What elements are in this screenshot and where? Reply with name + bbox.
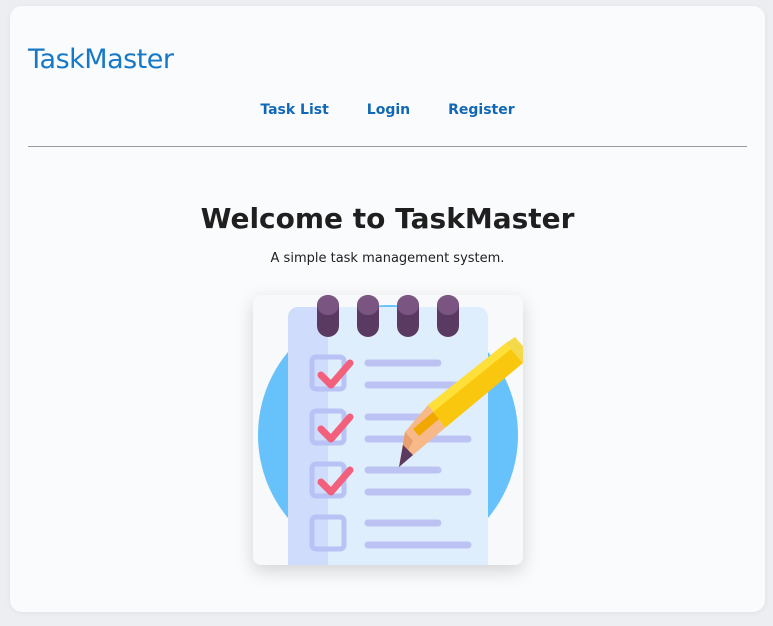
main-nav: Task List Login Register [10,102,765,118]
hero-image [253,295,523,565]
nav-task-list-link[interactable]: Task List [260,102,328,118]
header-divider [28,146,747,147]
page-subtitle: A simple task management system. [270,251,505,266]
notepad-checklist-icon [258,295,523,565]
page-card: TaskMaster Task List Login Register Welc… [10,6,765,612]
nav-login-link[interactable]: Login [367,102,410,118]
page-title: Welcome to TaskMaster [200,202,575,235]
nav-register-link[interactable]: Register [448,102,515,118]
notepad-margin [288,307,328,565]
brand-logo[interactable]: TaskMaster [28,44,174,75]
